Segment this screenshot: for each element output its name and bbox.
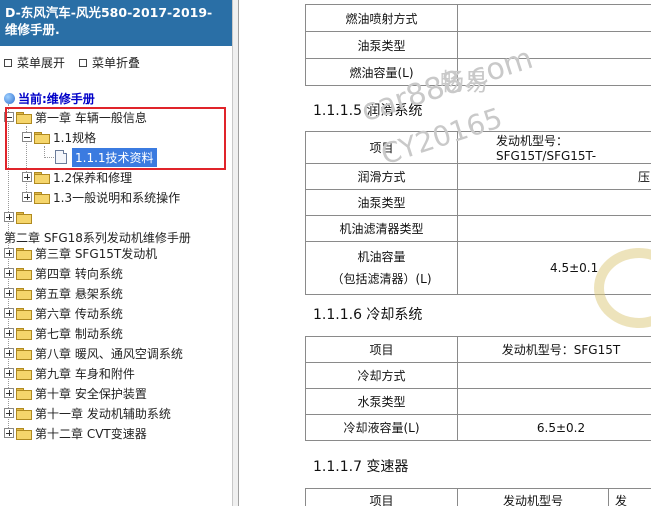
expand-icon[interactable] bbox=[22, 192, 32, 202]
tree-item-ch4[interactable]: 第四章 转向系统 bbox=[4, 263, 123, 283]
table-cell: 燃油喷射方式 bbox=[305, 4, 458, 32]
table-cell bbox=[457, 388, 651, 415]
tree-item-ch12[interactable]: 第十二章 CVT变速器 bbox=[4, 423, 147, 443]
folder-icon bbox=[16, 347, 32, 360]
table-cell: 润滑方式 bbox=[305, 163, 458, 190]
folder-icon bbox=[34, 171, 50, 184]
expand-icon[interactable] bbox=[4, 248, 14, 258]
tree-item-ch9[interactable]: 第九章 车身和附件 bbox=[4, 363, 135, 383]
current-location[interactable]: 当前:维修手册 bbox=[4, 90, 95, 107]
expand-icon[interactable] bbox=[4, 348, 14, 358]
tree-item-empty[interactable] bbox=[4, 207, 35, 227]
folder-icon bbox=[16, 387, 32, 400]
table-cell: 油泵类型 bbox=[305, 31, 458, 59]
folder-icon bbox=[16, 267, 32, 280]
cell-line: 机油容量 bbox=[357, 250, 406, 264]
table-header: 项目 bbox=[305, 488, 458, 506]
expand-icon[interactable] bbox=[4, 388, 14, 398]
folder-icon bbox=[16, 367, 32, 380]
table-cell: 燃油容量(L) bbox=[305, 58, 458, 86]
table-cell: 压 bbox=[457, 163, 651, 190]
transmission-table: 项目 发动机型号 发 bbox=[305, 488, 651, 506]
tree-item-ch8[interactable]: 第八章 暖风、通风空调系统 bbox=[4, 343, 183, 363]
expand-icon[interactable] bbox=[4, 268, 14, 278]
table-cell: 冷却方式 bbox=[305, 362, 458, 389]
cooling-table: 项目 发动机型号：SFG15T 冷却方式 水泵类型 冷却液容量(L) 6.5±0… bbox=[305, 336, 651, 441]
collapse-all-button[interactable]: 菜单折叠 bbox=[79, 54, 140, 71]
table-header: 发 bbox=[608, 488, 651, 506]
expand-icon[interactable] bbox=[22, 172, 32, 182]
tree-item-ch7[interactable]: 第七章 制动系统 bbox=[4, 323, 123, 343]
table-header: 发动机型号：SFG15T bbox=[457, 336, 651, 363]
expand-icon[interactable] bbox=[4, 368, 14, 378]
content-pane: 燃油喷射方式 油泵类型 燃油容量(L) 1.1.1.5 润滑系统 项目 发动机型… bbox=[239, 0, 651, 506]
folder-icon bbox=[16, 427, 32, 440]
square-icon bbox=[79, 58, 87, 67]
table-cell bbox=[457, 189, 651, 216]
folder-icon bbox=[16, 327, 32, 340]
folder-icon bbox=[16, 407, 32, 420]
table-header: 发动机型号 bbox=[457, 488, 609, 506]
globe-icon bbox=[4, 93, 15, 104]
section-heading-lubrication: 1.1.1.5 润滑系统 bbox=[313, 103, 423, 119]
table-cell: 机油滤清器类型 bbox=[305, 215, 458, 242]
cell-line: （包括滤清器）(L) bbox=[331, 272, 432, 286]
folder-icon bbox=[16, 211, 32, 224]
expand-icon[interactable] bbox=[4, 328, 14, 338]
section-heading-transmission: 1.1.1.7 变速器 bbox=[313, 459, 409, 475]
table-cell bbox=[457, 362, 651, 389]
tree-item-ch3[interactable]: 第三章 SFG15T发动机 bbox=[4, 243, 157, 263]
tree-item-ch10[interactable]: 第十章 安全保护装置 bbox=[4, 383, 147, 403]
table-cell bbox=[457, 215, 651, 242]
tree-panel: D-东风汽车-风光580-2017-2019- 维修手册. 菜单展开 菜单折叠 … bbox=[0, 0, 233, 506]
table-cell: 6.5±0.2 bbox=[457, 414, 651, 441]
table-cell bbox=[457, 58, 651, 86]
expand-icon[interactable] bbox=[4, 212, 14, 222]
lubrication-table: 项目 发动机型号：SFG15T/SFG15T- 润滑方式 压 油泵类型 机油滤清… bbox=[305, 131, 651, 295]
tree-item-ch5[interactable]: 第五章 悬架系统 bbox=[4, 283, 123, 303]
highlight-box bbox=[5, 107, 226, 170]
tree-item-ch1-3[interactable]: 1.3一般说明和系统操作 bbox=[22, 187, 180, 207]
folder-icon bbox=[16, 287, 32, 300]
tree-item-ch1-2[interactable]: 1.2保养和修理 bbox=[22, 167, 132, 187]
table-header: 项目 bbox=[305, 336, 458, 363]
expand-all-button[interactable]: 菜单展开 bbox=[4, 54, 65, 71]
folder-icon bbox=[16, 247, 32, 260]
table-cell: 4.5±0.1 bbox=[457, 241, 651, 295]
fuel-table: 燃油喷射方式 油泵类型 燃油容量(L) bbox=[305, 4, 651, 86]
table-cell: 水泵类型 bbox=[305, 388, 458, 415]
table-cell: 冷却液容量(L) bbox=[305, 414, 458, 441]
square-icon bbox=[4, 58, 12, 67]
expand-icon[interactable] bbox=[4, 428, 14, 438]
table-cell bbox=[457, 31, 651, 59]
expand-icon[interactable] bbox=[4, 408, 14, 418]
section-heading-cooling: 1.1.1.6 冷却系统 bbox=[313, 307, 423, 323]
folder-icon bbox=[16, 307, 32, 320]
tree-item-ch6[interactable]: 第六章 传动系统 bbox=[4, 303, 123, 323]
table-cell: 机油容量 （包括滤清器）(L) bbox=[305, 241, 458, 295]
folder-icon bbox=[34, 191, 50, 204]
table-header: 项目 bbox=[305, 131, 458, 164]
table-cell bbox=[457, 4, 651, 32]
table-header: 发动机型号：SFG15T/SFG15T- bbox=[457, 131, 651, 164]
expand-icon[interactable] bbox=[4, 308, 14, 318]
expand-icon[interactable] bbox=[4, 288, 14, 298]
table-cell: 油泵类型 bbox=[305, 189, 458, 216]
tree-item-ch11[interactable]: 第十一章 发动机辅助系统 bbox=[4, 403, 171, 423]
manual-title: D-东风汽车-风光580-2017-2019- 维修手册. bbox=[0, 0, 232, 46]
